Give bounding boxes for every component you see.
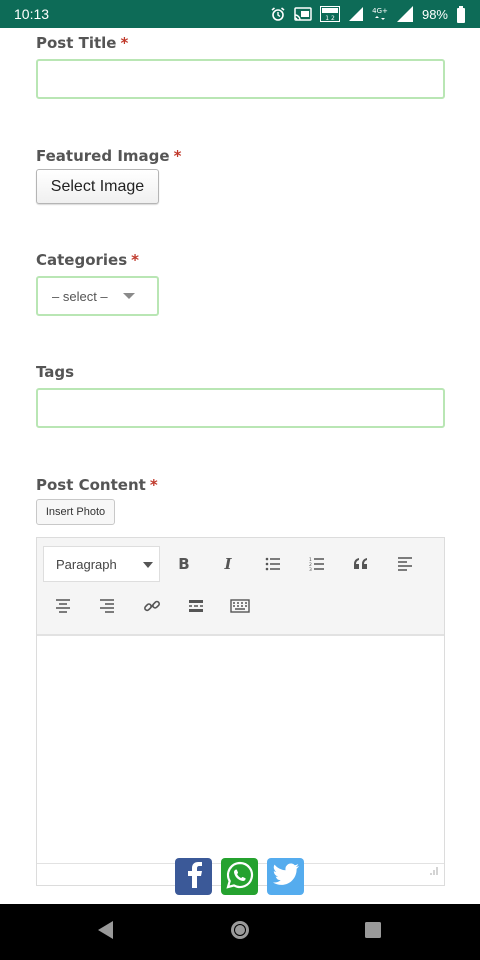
insert-photo-button[interactable]: Insert Photo <box>36 499 115 525</box>
post-title-label-text: Post Title <box>36 34 117 52</box>
link-icon <box>143 597 161 615</box>
share-whatsapp-button[interactable] <box>221 858 258 895</box>
rich-text-editor: Paragraph B I 123 <box>36 537 445 886</box>
signal-icon <box>396 5 414 23</box>
svg-text:B: B <box>178 556 189 572</box>
read-more-icon <box>188 599 204 613</box>
format-select[interactable]: Paragraph <box>43 546 160 582</box>
numbered-list-icon: 123 <box>309 557 325 572</box>
categories-select[interactable]: – select – <box>36 276 159 316</box>
status-bar: 10:13 1 2 4G+ 98% <box>0 0 480 28</box>
select-image-button[interactable]: Select Image <box>36 169 159 204</box>
editor-toolbar: Paragraph B I 123 <box>37 538 444 636</box>
back-button[interactable] <box>93 920 117 944</box>
required-mark: * <box>131 251 140 269</box>
svg-text:I: I <box>223 556 232 572</box>
svg-text:3: 3 <box>309 567 312 572</box>
tags-label: Tags <box>36 363 74 381</box>
categories-selected-value: – select – <box>52 288 108 304</box>
blockquote-icon <box>353 558 369 570</box>
share-facebook-button[interactable] <box>175 858 212 895</box>
home-circle-icon <box>229 919 251 945</box>
whatsapp-icon <box>225 861 254 893</box>
cast-icon <box>294 6 312 22</box>
status-icons: 1 2 4G+ 98% <box>270 5 466 23</box>
italic-icon: I <box>221 556 235 572</box>
recents-button[interactable] <box>361 920 385 944</box>
read-more-button[interactable] <box>181 591 211 621</box>
tags-input[interactable] <box>36 388 445 428</box>
editor-content-area[interactable] <box>37 636 444 864</box>
volte-icon: 1 2 <box>319 6 340 22</box>
italic-button[interactable]: I <box>213 549 243 579</box>
facebook-icon <box>184 861 204 892</box>
alarm-icon <box>270 6 286 22</box>
align-left-button[interactable] <box>390 549 420 579</box>
required-mark: * <box>149 476 158 494</box>
system-nav-bar <box>0 904 480 960</box>
status-time: 10:13 <box>14 6 50 22</box>
post-title-label: Post Title * <box>36 34 128 52</box>
required-mark: * <box>173 147 182 165</box>
battery-icon <box>456 5 466 23</box>
home-button[interactable] <box>228 920 252 944</box>
bold-button[interactable]: B <box>169 549 199 579</box>
align-left-icon <box>397 557 413 571</box>
align-center-button[interactable] <box>48 591 78 621</box>
align-right-button[interactable] <box>92 591 122 621</box>
svg-text:4G+: 4G+ <box>372 7 388 15</box>
signal-icon <box>348 6 364 22</box>
bold-icon: B <box>177 556 191 572</box>
link-button[interactable] <box>137 591 167 621</box>
tags-label-text: Tags <box>36 363 75 381</box>
bullet-list-button[interactable] <box>258 549 288 579</box>
share-twitter-button[interactable] <box>267 858 304 895</box>
battery-percent: 98% <box>421 6 448 22</box>
required-mark: * <box>120 34 129 52</box>
chevron-down-icon <box>123 293 135 299</box>
format-selected-value: Paragraph <box>56 556 117 572</box>
post-content-label: Post Content * <box>36 476 158 494</box>
categories-label-text: Categories <box>36 251 128 269</box>
blockquote-button[interactable] <box>346 549 376 579</box>
categories-label: Categories * <box>36 251 139 269</box>
numbered-list-button[interactable]: 123 <box>302 549 332 579</box>
share-bar <box>175 858 304 895</box>
post-title-input[interactable] <box>36 59 445 99</box>
post-content-label-text: Post Content <box>36 476 146 494</box>
bullet-list-icon <box>265 557 281 571</box>
featured-image-label: Featured Image * <box>36 147 181 165</box>
twitter-icon <box>272 862 300 891</box>
keyboard-icon <box>230 599 250 613</box>
svg-text:1 2: 1 2 <box>325 15 335 22</box>
post-form: Post Title * Featured Image * Select Image… <box>0 28 480 904</box>
chevron-down-icon <box>143 562 153 568</box>
4g-icon: 4G+ <box>372 6 388 22</box>
align-right-icon <box>99 599 115 613</box>
recents-square-icon <box>364 921 382 943</box>
resize-handle-icon[interactable] <box>428 861 438 880</box>
featured-image-label-text: Featured Image <box>36 147 170 165</box>
align-center-icon <box>55 599 71 613</box>
back-triangle-icon <box>96 920 114 944</box>
keyboard-shortcuts-button[interactable] <box>225 591 255 621</box>
